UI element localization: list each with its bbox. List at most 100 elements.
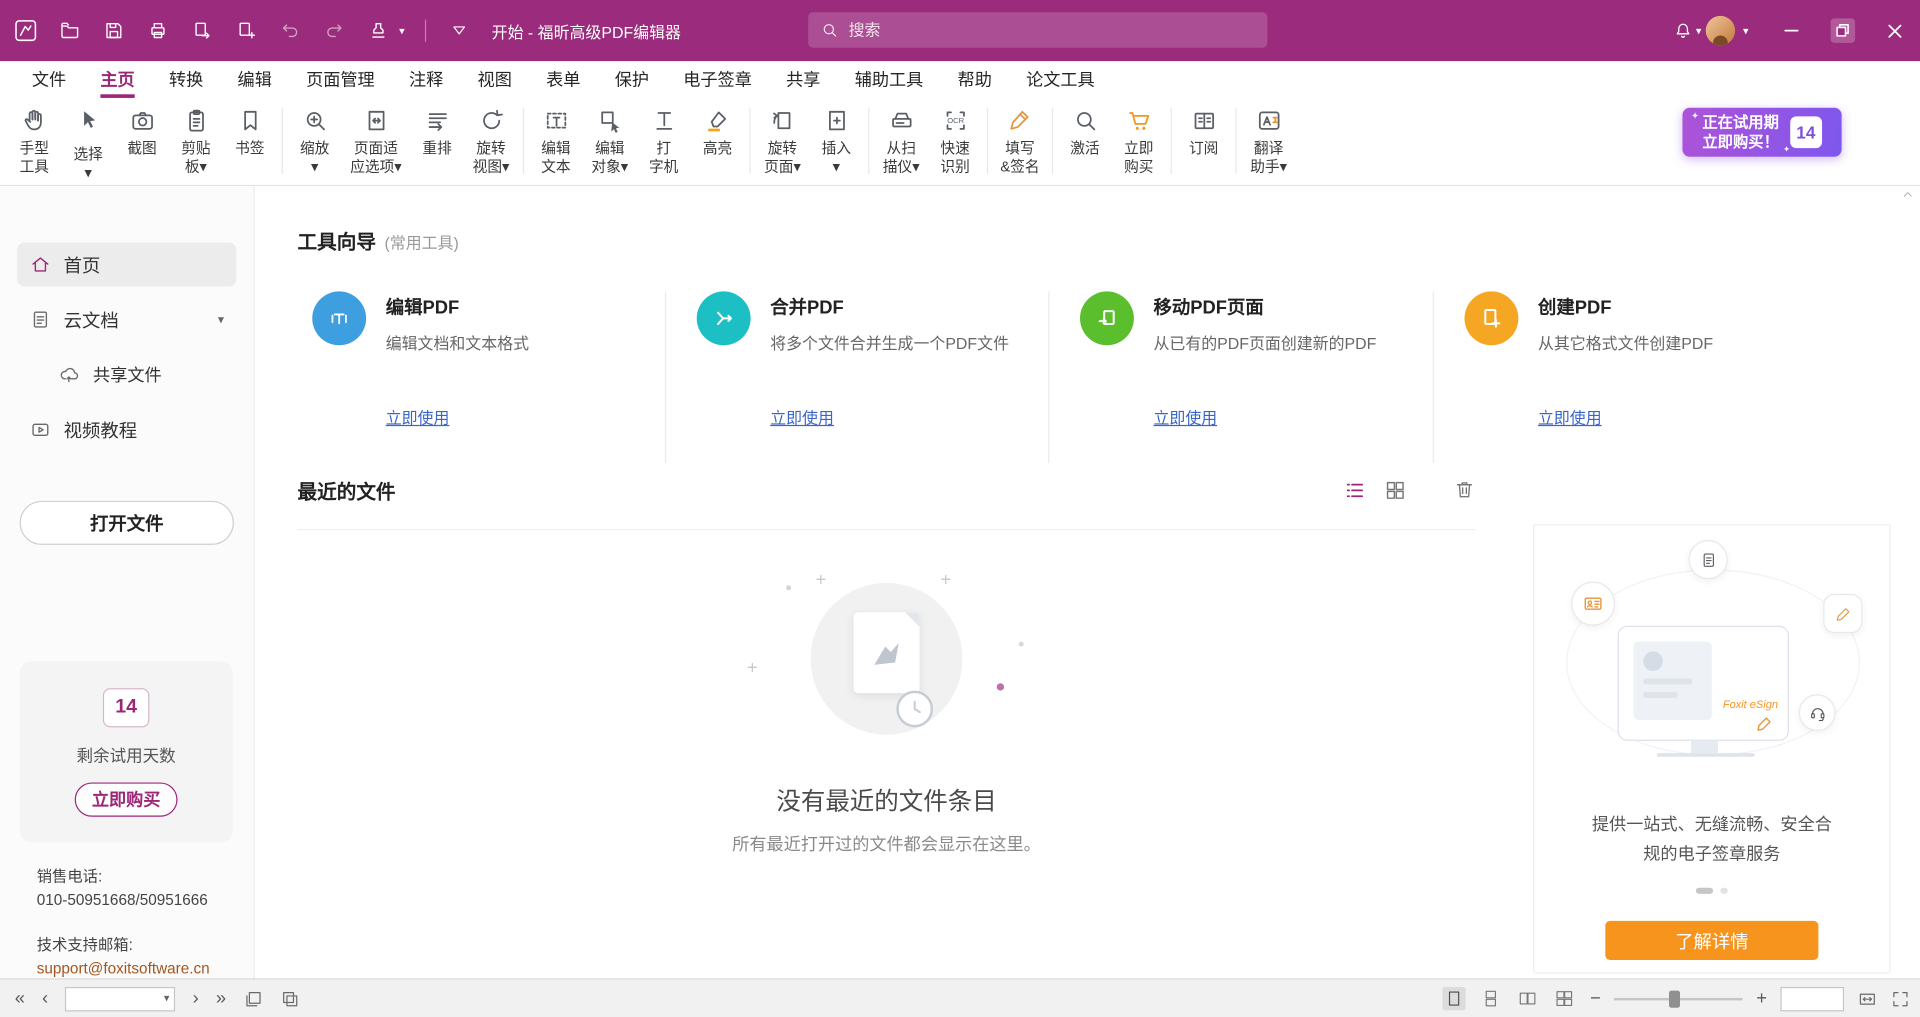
fullscreen-icon[interactable] [1891, 989, 1911, 1009]
activate-tool[interactable]: 激活 [1058, 102, 1112, 161]
menu-paper-tools[interactable]: 论文工具 [1009, 61, 1112, 98]
prev-page-button[interactable]: ‹ [42, 989, 48, 1007]
close-button[interactable] [1869, 0, 1920, 61]
create-pdf-icon[interactable] [233, 17, 260, 44]
sidebar-item-home[interactable]: 首页 [17, 242, 236, 286]
zoom-tool[interactable]: 缩放 ▾ [288, 102, 342, 179]
sidebar-item-shared-files[interactable]: 共享文件 [17, 353, 236, 397]
typewriter-tool[interactable]: 打 字机 [637, 102, 691, 179]
menu-convert[interactable]: 转换 [152, 61, 221, 98]
buy-tool[interactable]: 立即 购买 [1112, 102, 1166, 179]
sidebar-item-video-tutorials[interactable]: 视频教程 [17, 408, 236, 452]
menu-home[interactable]: 主页 [83, 61, 152, 98]
undo-icon[interactable] [277, 17, 304, 44]
search-input[interactable] [849, 21, 1256, 39]
menu-accessibility[interactable]: 辅助工具 [838, 61, 941, 98]
print-icon[interactable] [144, 17, 171, 44]
carousel-dot-active[interactable] [1696, 888, 1713, 894]
zoom-out-button[interactable]: − [1590, 989, 1601, 1007]
menu-share[interactable]: 共享 [769, 61, 838, 98]
zoom-percent-input[interactable] [1782, 988, 1843, 1010]
select-tool[interactable]: 选择 ▾ [61, 102, 115, 185]
quick-access-menu-icon[interactable] [445, 17, 472, 44]
open-file-icon[interactable] [56, 17, 83, 44]
redo-icon[interactable] [321, 17, 348, 44]
support-email-link[interactable]: support@foxitsoftware.cn [37, 959, 210, 980]
menu-page-manage[interactable]: 页面管理 [289, 61, 392, 98]
first-page-button[interactable]: « [15, 989, 25, 1007]
chevron-down-icon[interactable]: ▾ [218, 313, 224, 326]
menu-form[interactable]: 表单 [529, 61, 598, 98]
clipboard-tool[interactable]: 剪贴 板▾ [169, 102, 223, 179]
carousel-dot[interactable] [1720, 888, 1727, 894]
last-page-button[interactable]: » [216, 989, 226, 1007]
zoom-slider[interactable] [1614, 989, 1743, 1009]
notifications-bell-icon[interactable] [1673, 20, 1694, 41]
page-dropdown-icon[interactable]: ▾ [164, 992, 170, 1005]
restore-button[interactable] [1817, 0, 1868, 61]
zoom-slider-thumb[interactable] [1669, 990, 1680, 1007]
translate-tool[interactable]: 翻译 助手▾ [1242, 102, 1296, 179]
menu-label: 文件 [32, 62, 66, 96]
card-create-pdf[interactable]: 创建PDF 从其它格式文件创建PDF 立即使用 [1433, 291, 1837, 462]
page-number-input[interactable] [67, 988, 175, 1010]
menu-protect[interactable]: 保护 [598, 61, 667, 98]
menu-file[interactable]: 文件 [15, 61, 84, 98]
avatar[interactable] [1706, 16, 1735, 45]
facing-view-icon[interactable] [1517, 987, 1540, 1010]
insert-tool[interactable]: 插入 ▾ [809, 102, 863, 179]
continuous-view-icon[interactable] [1480, 987, 1503, 1010]
stamp-icon[interactable] [365, 17, 392, 44]
save-icon[interactable] [100, 17, 127, 44]
use-now-link[interactable]: 立即使用 [1538, 405, 1602, 428]
continuous-facing-view-icon[interactable] [1553, 987, 1576, 1010]
clipboard-pages-icon[interactable] [280, 989, 300, 1009]
buy-now-button[interactable]: 立即购买 [75, 782, 178, 816]
menu-help[interactable]: 帮助 [940, 61, 1009, 98]
highlight-tool[interactable]: 高亮 [691, 102, 745, 161]
use-now-link[interactable]: 立即使用 [1153, 405, 1217, 428]
rotate-pages-tool[interactable]: 旋转 页面▾ [756, 102, 810, 179]
grid-view-icon[interactable] [1384, 478, 1407, 501]
stamp-dropdown-icon[interactable]: ▾ [399, 24, 405, 37]
minimize-button[interactable] [1766, 0, 1817, 61]
account-dropdown-icon[interactable]: ▾ [1743, 24, 1749, 37]
sidebar-item-cloud-docs[interactable]: 云文档 ▾ [17, 298, 236, 342]
edit-object-tool[interactable]: 编辑 对象▾ [583, 102, 637, 179]
ribbon-separator [749, 108, 750, 174]
snapshot-tool[interactable]: 截图 [115, 102, 169, 161]
page-fit-tool[interactable]: 页面适 应选项▾ [342, 102, 411, 179]
search-box[interactable] [808, 12, 1267, 48]
use-now-link[interactable]: 立即使用 [386, 405, 450, 428]
export-pdf-icon[interactable] [189, 17, 216, 44]
card-edit-pdf[interactable]: 编辑PDF 编辑文档和文本格式 立即使用 [298, 291, 665, 462]
next-page-button[interactable]: › [193, 989, 199, 1007]
card-merge-pdf[interactable]: 合并PDF 将多个文件合并生成一个PDF文件 立即使用 [665, 291, 1048, 462]
list-view-icon[interactable] [1343, 478, 1366, 501]
trial-banner-button[interactable]: ✦ ✦ 正在试用期 立即购买！ 14 [1682, 108, 1841, 157]
subscribe-tool[interactable]: 订阅 [1177, 102, 1231, 161]
use-now-link[interactable]: 立即使用 [770, 405, 834, 428]
reflow-tool[interactable]: 重排 [410, 102, 464, 161]
learn-more-button[interactable]: 了解详情 [1605, 921, 1818, 960]
card-move-pdf-pages[interactable]: 移动PDF页面 从已有的PDF页面创建新的PDF 立即使用 [1048, 291, 1432, 462]
open-file-button[interactable]: 打开文件 [20, 501, 234, 545]
single-page-view-icon[interactable] [1443, 987, 1466, 1010]
menu-edit[interactable]: 编辑 [220, 61, 289, 98]
snapshot-pages-icon[interactable] [243, 989, 263, 1009]
menu-comment[interactable]: 注释 [392, 61, 461, 98]
fill-sign-tool[interactable]: 填写 &签名 [993, 102, 1047, 179]
bookmark-tool[interactable]: 书签 [223, 102, 277, 161]
menu-esign[interactable]: 电子签章 [666, 61, 769, 98]
menu-view[interactable]: 视图 [460, 61, 529, 98]
hand-tool[interactable]: 手型 工具 [7, 102, 61, 179]
notifications-dropdown-icon[interactable]: ▾ [1696, 24, 1702, 37]
scroll-up-icon[interactable] [1902, 189, 1914, 201]
rotate-view-tool[interactable]: 旋转 视图▾ [464, 102, 518, 179]
trash-icon[interactable] [1453, 479, 1475, 501]
scanner-tool[interactable]: 从扫 描仪▾ [874, 102, 928, 179]
edit-text-tool[interactable]: 编辑 文本 [529, 102, 583, 179]
ocr-tool[interactable]: OCR 快速 识别 [928, 102, 982, 179]
fit-width-icon[interactable] [1858, 989, 1878, 1009]
zoom-in-button[interactable]: + [1756, 989, 1767, 1007]
